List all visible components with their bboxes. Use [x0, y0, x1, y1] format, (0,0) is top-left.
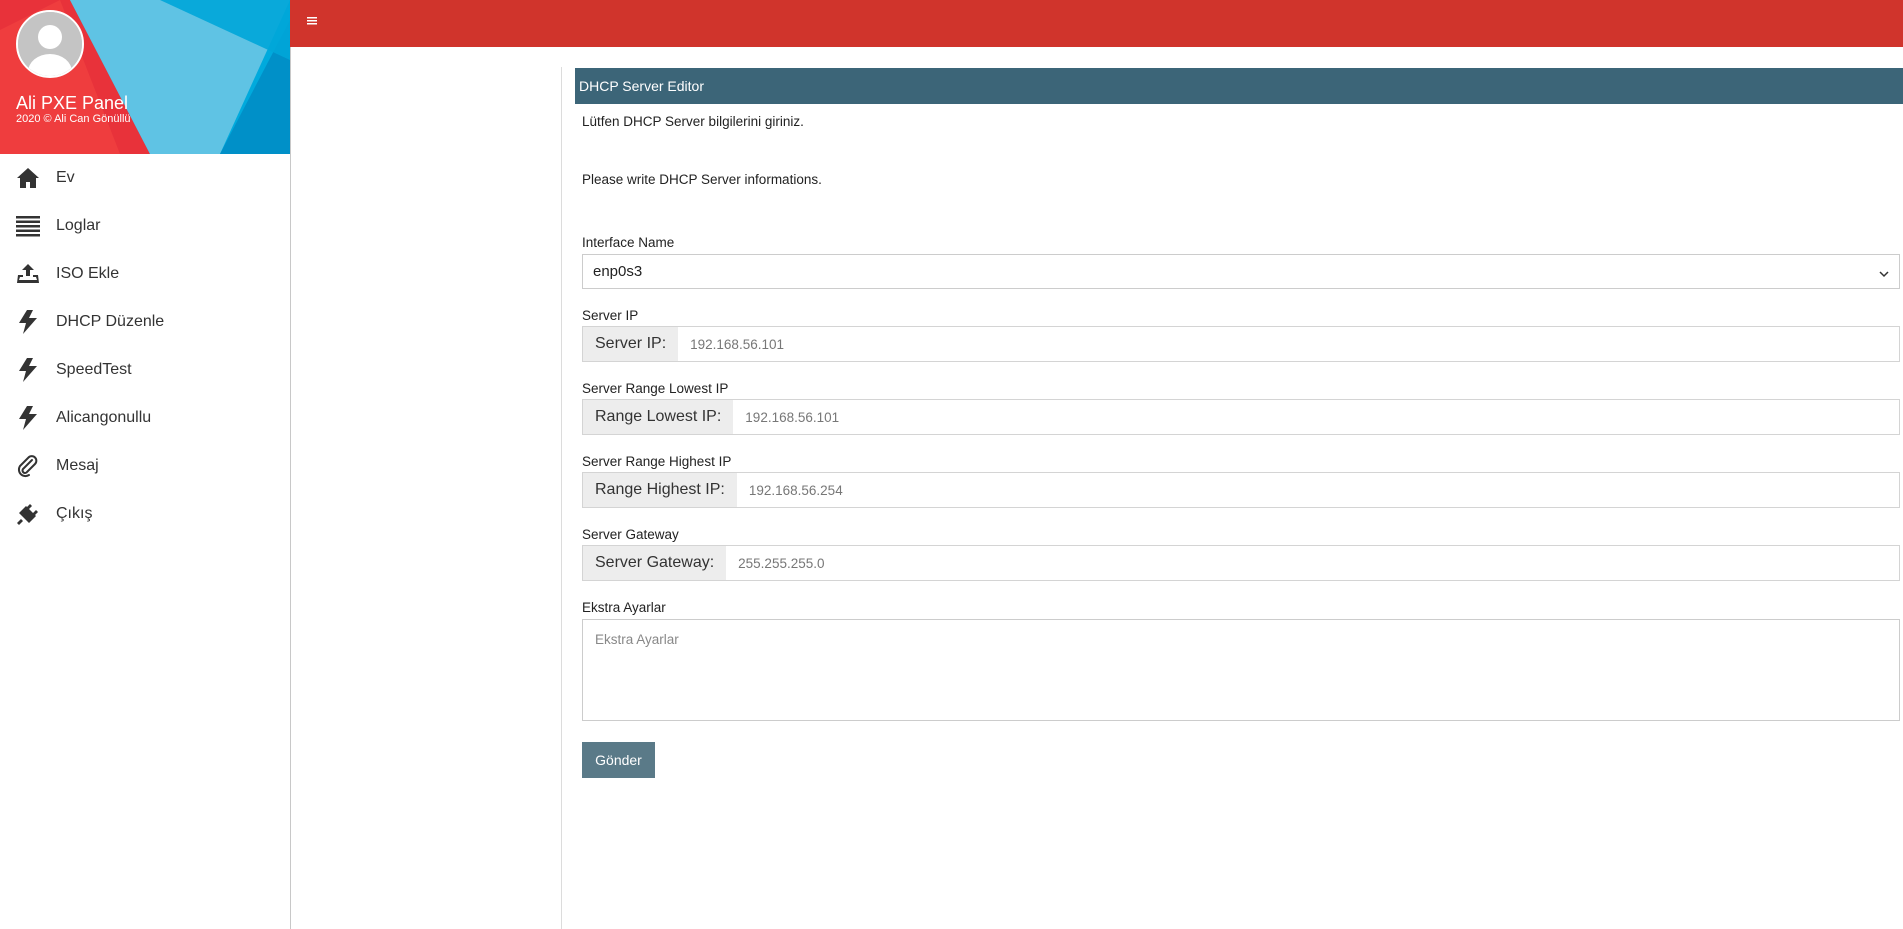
avatar [16, 10, 84, 78]
gateway-addon: Server Gateway: [583, 546, 727, 580]
sidebar-item-cikis[interactable]: Çıkış [0, 490, 290, 538]
profile-banner: Ali PXE Panel 2020 © Ali Can Gönüllü [0, 0, 290, 154]
extra-settings-label: Ekstra Ayarlar [582, 600, 666, 615]
upload-icon [15, 261, 41, 287]
list-icon [15, 213, 41, 239]
gateway-label: Server Gateway [582, 527, 679, 542]
sidebar-item-label: SpeedTest [56, 361, 132, 378]
content-divider [561, 67, 562, 929]
paperclip-icon [15, 453, 41, 479]
sidebar-item-iso-ekle[interactable]: ISO Ekle [0, 250, 290, 298]
chevron-down-icon [1879, 266, 1889, 284]
bolt-icon [15, 357, 41, 383]
server-ip-label: Server IP [582, 308, 639, 323]
range-lowest-label: Server Range Lowest IP [582, 381, 729, 396]
profile-name: Ali PXE Panel [16, 93, 129, 113]
sidebar-item-mesaj[interactable]: Mesaj [0, 442, 290, 490]
sidebar-item-label: Çıkış [56, 505, 93, 522]
interface-name-label: Interface Name [582, 235, 675, 250]
sidebar-item-label: DHCP Düzenle [56, 313, 165, 330]
server-ip-input[interactable] [678, 327, 1899, 361]
sidebar-item-loglar[interactable]: Loglar [0, 202, 290, 250]
sidebar-item-label: Loglar [56, 217, 101, 234]
home-icon [15, 165, 41, 191]
intro-text-en: Please write DHCP Server informations. [582, 172, 822, 187]
gateway-input[interactable] [726, 546, 1899, 580]
range-highest-input[interactable] [736, 473, 1899, 507]
sidebar: Ali PXE Panel 2020 © Ali Can Gönüllü Ev … [0, 0, 291, 929]
intro-text-tr: Lütfen DHCP Server bilgilerini giriniz. [582, 114, 804, 129]
sidebar-item-dhcp-duzenle[interactable]: DHCP Düzenle [0, 298, 290, 346]
sidebar-item-label: Mesaj [56, 457, 99, 474]
range-highest-addon: Range Highest IP: [583, 473, 737, 507]
range-lowest-group: Range Lowest IP: [582, 399, 1900, 435]
extra-settings-textarea[interactable] [582, 619, 1900, 721]
profile-copyright: 2020 © Ali Can Gönüllü [16, 113, 131, 125]
sidebar-item-label: Alicangonullu [56, 409, 152, 426]
hamburger-icon[interactable] [306, 14, 318, 26]
range-lowest-input[interactable] [733, 400, 1899, 434]
sidebar-item-ev[interactable]: Ev [0, 154, 290, 202]
server-ip-addon: Server IP: [583, 327, 679, 361]
range-highest-label: Server Range Highest IP [582, 454, 732, 469]
range-lowest-addon: Range Lowest IP: [583, 400, 734, 434]
card-title: DHCP Server Editor [575, 68, 1903, 104]
plug-icon [15, 501, 41, 527]
submit-button[interactable]: Gönder [582, 742, 655, 778]
interface-select-value: enp0s3 [593, 263, 643, 280]
range-highest-group: Range Highest IP: [582, 472, 1900, 508]
sidebar-item-speedtest[interactable]: SpeedTest [0, 346, 290, 394]
user-icon [18, 12, 82, 76]
sidebar-nav: Ev Loglar ISO Ekle DHCP Düzenle SpeedTes… [0, 154, 290, 538]
bolt-icon [15, 309, 41, 335]
sidebar-item-alicangonullu[interactable]: Alicangonullu [0, 394, 290, 442]
gateway-group: Server Gateway: [582, 545, 1900, 581]
sidebar-item-label: Ev [56, 169, 75, 186]
bolt-icon [15, 405, 41, 431]
server-ip-group: Server IP: [582, 326, 1900, 362]
sidebar-item-label: ISO Ekle [56, 265, 120, 282]
top-bar [290, 0, 1903, 47]
interface-select[interactable]: enp0s3 [582, 254, 1900, 289]
